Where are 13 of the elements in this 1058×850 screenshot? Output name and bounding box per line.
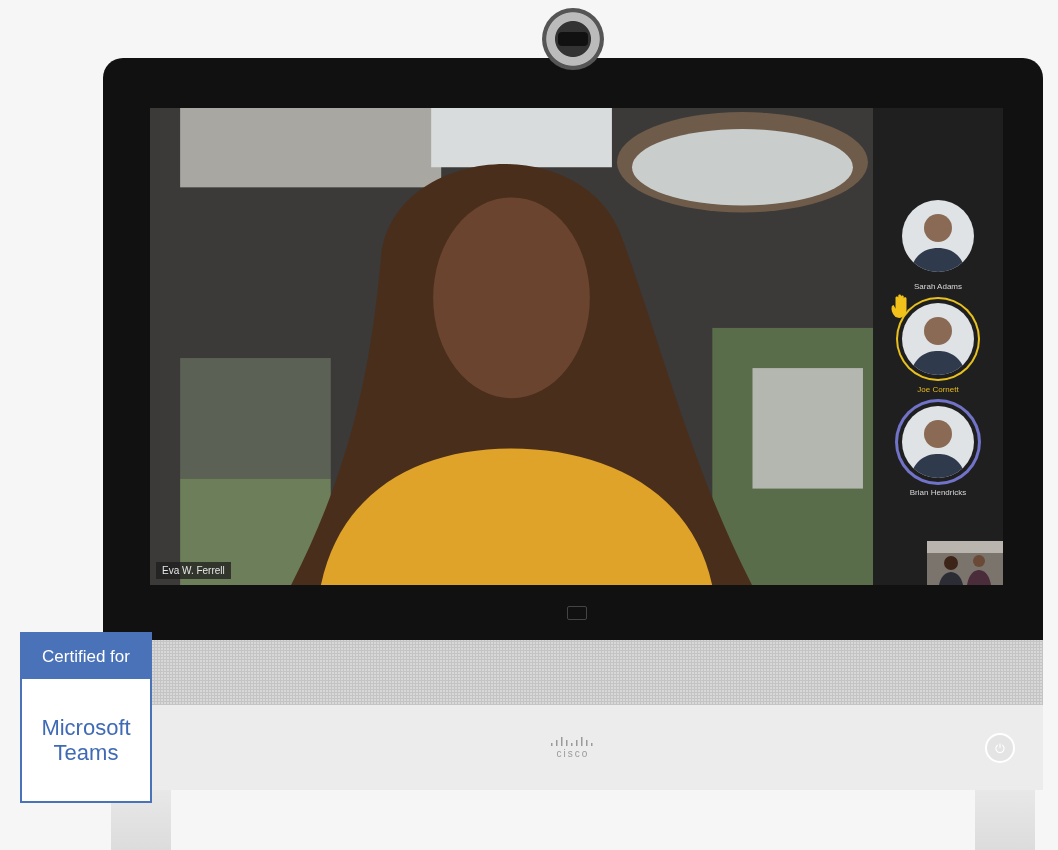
sensor-icon bbox=[566, 605, 587, 620]
brand-name: cisco bbox=[556, 748, 590, 759]
avatar[interactable] bbox=[898, 402, 978, 482]
badge-product: Microsoft Teams bbox=[40, 714, 132, 766]
participant-name: Joe Cornett bbox=[917, 385, 959, 394]
power-icon bbox=[994, 742, 1006, 754]
avatar[interactable] bbox=[898, 299, 978, 379]
name-tag: Eva W. Ferrell bbox=[156, 562, 231, 579]
stand-leg bbox=[975, 790, 1035, 850]
participant-name: Sarah Adams bbox=[914, 282, 962, 291]
logo-icon bbox=[551, 736, 595, 746]
participant-name: Brian Hendricks bbox=[909, 488, 967, 497]
badge-header: Certified for bbox=[22, 634, 150, 679]
